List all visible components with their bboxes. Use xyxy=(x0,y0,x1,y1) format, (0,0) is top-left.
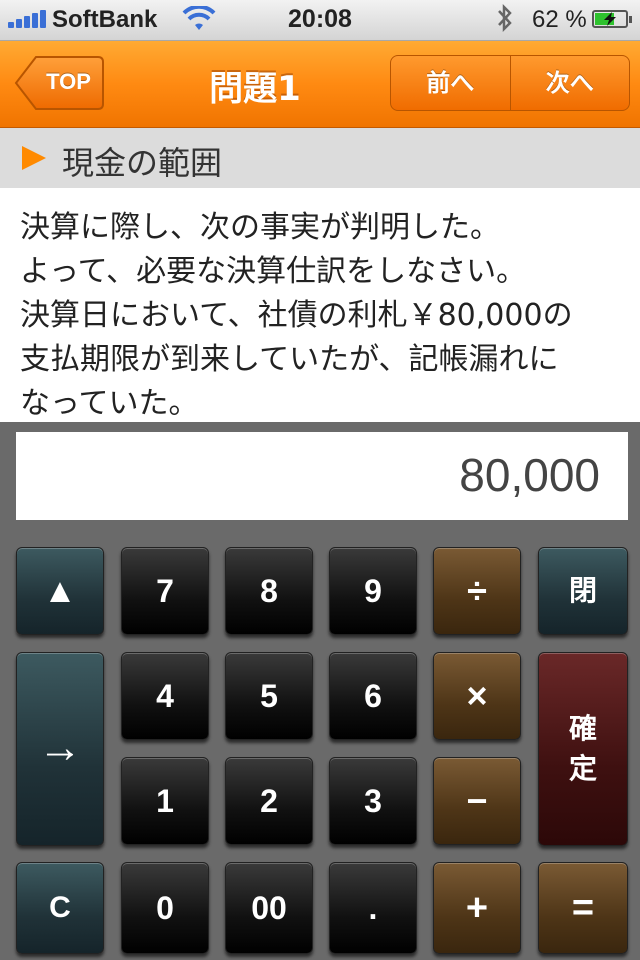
multiply-key-label: × xyxy=(466,675,488,716)
battery-percent: 62 % xyxy=(532,6,587,33)
key-9-label: 9 xyxy=(364,573,382,609)
divide-key-label: ÷ xyxy=(467,570,487,611)
question-line: 支払期限が到来していたが、記帳漏れに xyxy=(20,342,559,377)
confirm-key-label-bottom: 定 xyxy=(568,753,597,784)
key-00-label: 00 xyxy=(251,890,287,926)
confirm-key-label-top: 確 xyxy=(568,713,597,744)
key-6[interactable]: 6 xyxy=(329,652,417,740)
clear-key[interactable]: C xyxy=(16,862,104,954)
key-2-label: 2 xyxy=(260,783,278,819)
plus-key-label: + xyxy=(465,887,489,929)
key-00[interactable]: 00 xyxy=(225,862,313,954)
arrow-right-key[interactable]: → xyxy=(16,652,104,846)
section-header: 現金の範囲 xyxy=(0,128,640,188)
charging-bolt-icon xyxy=(604,12,616,26)
close-key[interactable]: 閉 xyxy=(538,547,628,635)
key-1[interactable]: 1 xyxy=(121,757,209,845)
decimal-point-key[interactable]: . xyxy=(329,862,417,954)
equals-key[interactable]: = xyxy=(538,862,628,954)
divide-key[interactable]: ÷ xyxy=(433,547,521,635)
calculator-display: 80,000 xyxy=(16,432,628,520)
question-line: よって、必要な決算仕訳をしなさい。 xyxy=(20,254,527,289)
prev-next-segmented-control: 前へ 次へ xyxy=(390,55,630,111)
prev-button[interactable]: 前へ xyxy=(391,56,510,110)
close-key-label: 閉 xyxy=(568,575,597,606)
battery-icon xyxy=(592,10,632,28)
equals-key-label: = xyxy=(571,887,595,929)
confirm-key[interactable]: 確 定 xyxy=(538,652,628,846)
key-7[interactable]: 7 xyxy=(121,547,209,635)
bluetooth-icon xyxy=(498,3,512,33)
top-back-button[interactable]: TOP xyxy=(14,55,105,111)
key-6-label: 6 xyxy=(364,678,382,714)
minus-key-label: − xyxy=(466,780,488,821)
key-7-label: 7 xyxy=(156,573,174,609)
section-title: 現金の範囲 xyxy=(62,144,223,182)
navigation-bar: TOP 問題1 前へ 次へ xyxy=(0,41,640,128)
key-9[interactable]: 9 xyxy=(329,547,417,635)
question-text: 決算に際し、次の事実が判明した。 よって、必要な決算仕訳をしなさい。 決算日にお… xyxy=(20,206,630,422)
key-3-label: 3 xyxy=(364,783,382,819)
plus-key[interactable]: + xyxy=(433,862,521,954)
key-8-label: 8 xyxy=(260,573,278,609)
question-panel: 決算に際し、次の事実が判明した。 よって、必要な決算仕訳をしなさい。 決算日にお… xyxy=(0,188,640,422)
key-0-label: 0 xyxy=(156,890,174,926)
question-line: なっていた。 xyxy=(20,386,199,421)
up-key-label: ▲ xyxy=(43,572,77,610)
key-1-label: 1 xyxy=(156,783,174,819)
question-line: 決算日において、社債の利札￥80,000の xyxy=(20,298,573,333)
next-button[interactable]: 次へ xyxy=(509,56,630,110)
key-4-label: 4 xyxy=(156,678,174,714)
key-3[interactable]: 3 xyxy=(329,757,417,845)
minus-key[interactable]: − xyxy=(433,757,521,845)
arrow-key-label: → xyxy=(38,723,82,772)
key-8[interactable]: 8 xyxy=(225,547,313,635)
up-key[interactable]: ▲ xyxy=(16,547,104,635)
status-bar: SoftBank 20:08 62 % xyxy=(0,0,640,41)
calculator-keypad: 80,000 ▲ → C 7 4 1 0 8 5 2 00 9 6 3 . ÷ … xyxy=(0,422,640,960)
display-value: 80,000 xyxy=(459,449,600,501)
key-0[interactable]: 0 xyxy=(121,862,209,954)
clear-key-label: C xyxy=(49,891,71,924)
page-title: 問題1 xyxy=(209,69,301,109)
key-5-label: 5 xyxy=(260,678,278,714)
decimal-key-label: . xyxy=(368,890,378,926)
play-arrow-icon xyxy=(22,146,46,170)
key-2[interactable]: 2 xyxy=(225,757,313,845)
top-button-label: TOP xyxy=(46,69,91,94)
key-4[interactable]: 4 xyxy=(121,652,209,740)
question-line: 決算に際し、次の事実が判明した。 xyxy=(20,210,500,245)
key-5[interactable]: 5 xyxy=(225,652,313,740)
multiply-key[interactable]: × xyxy=(433,652,521,740)
